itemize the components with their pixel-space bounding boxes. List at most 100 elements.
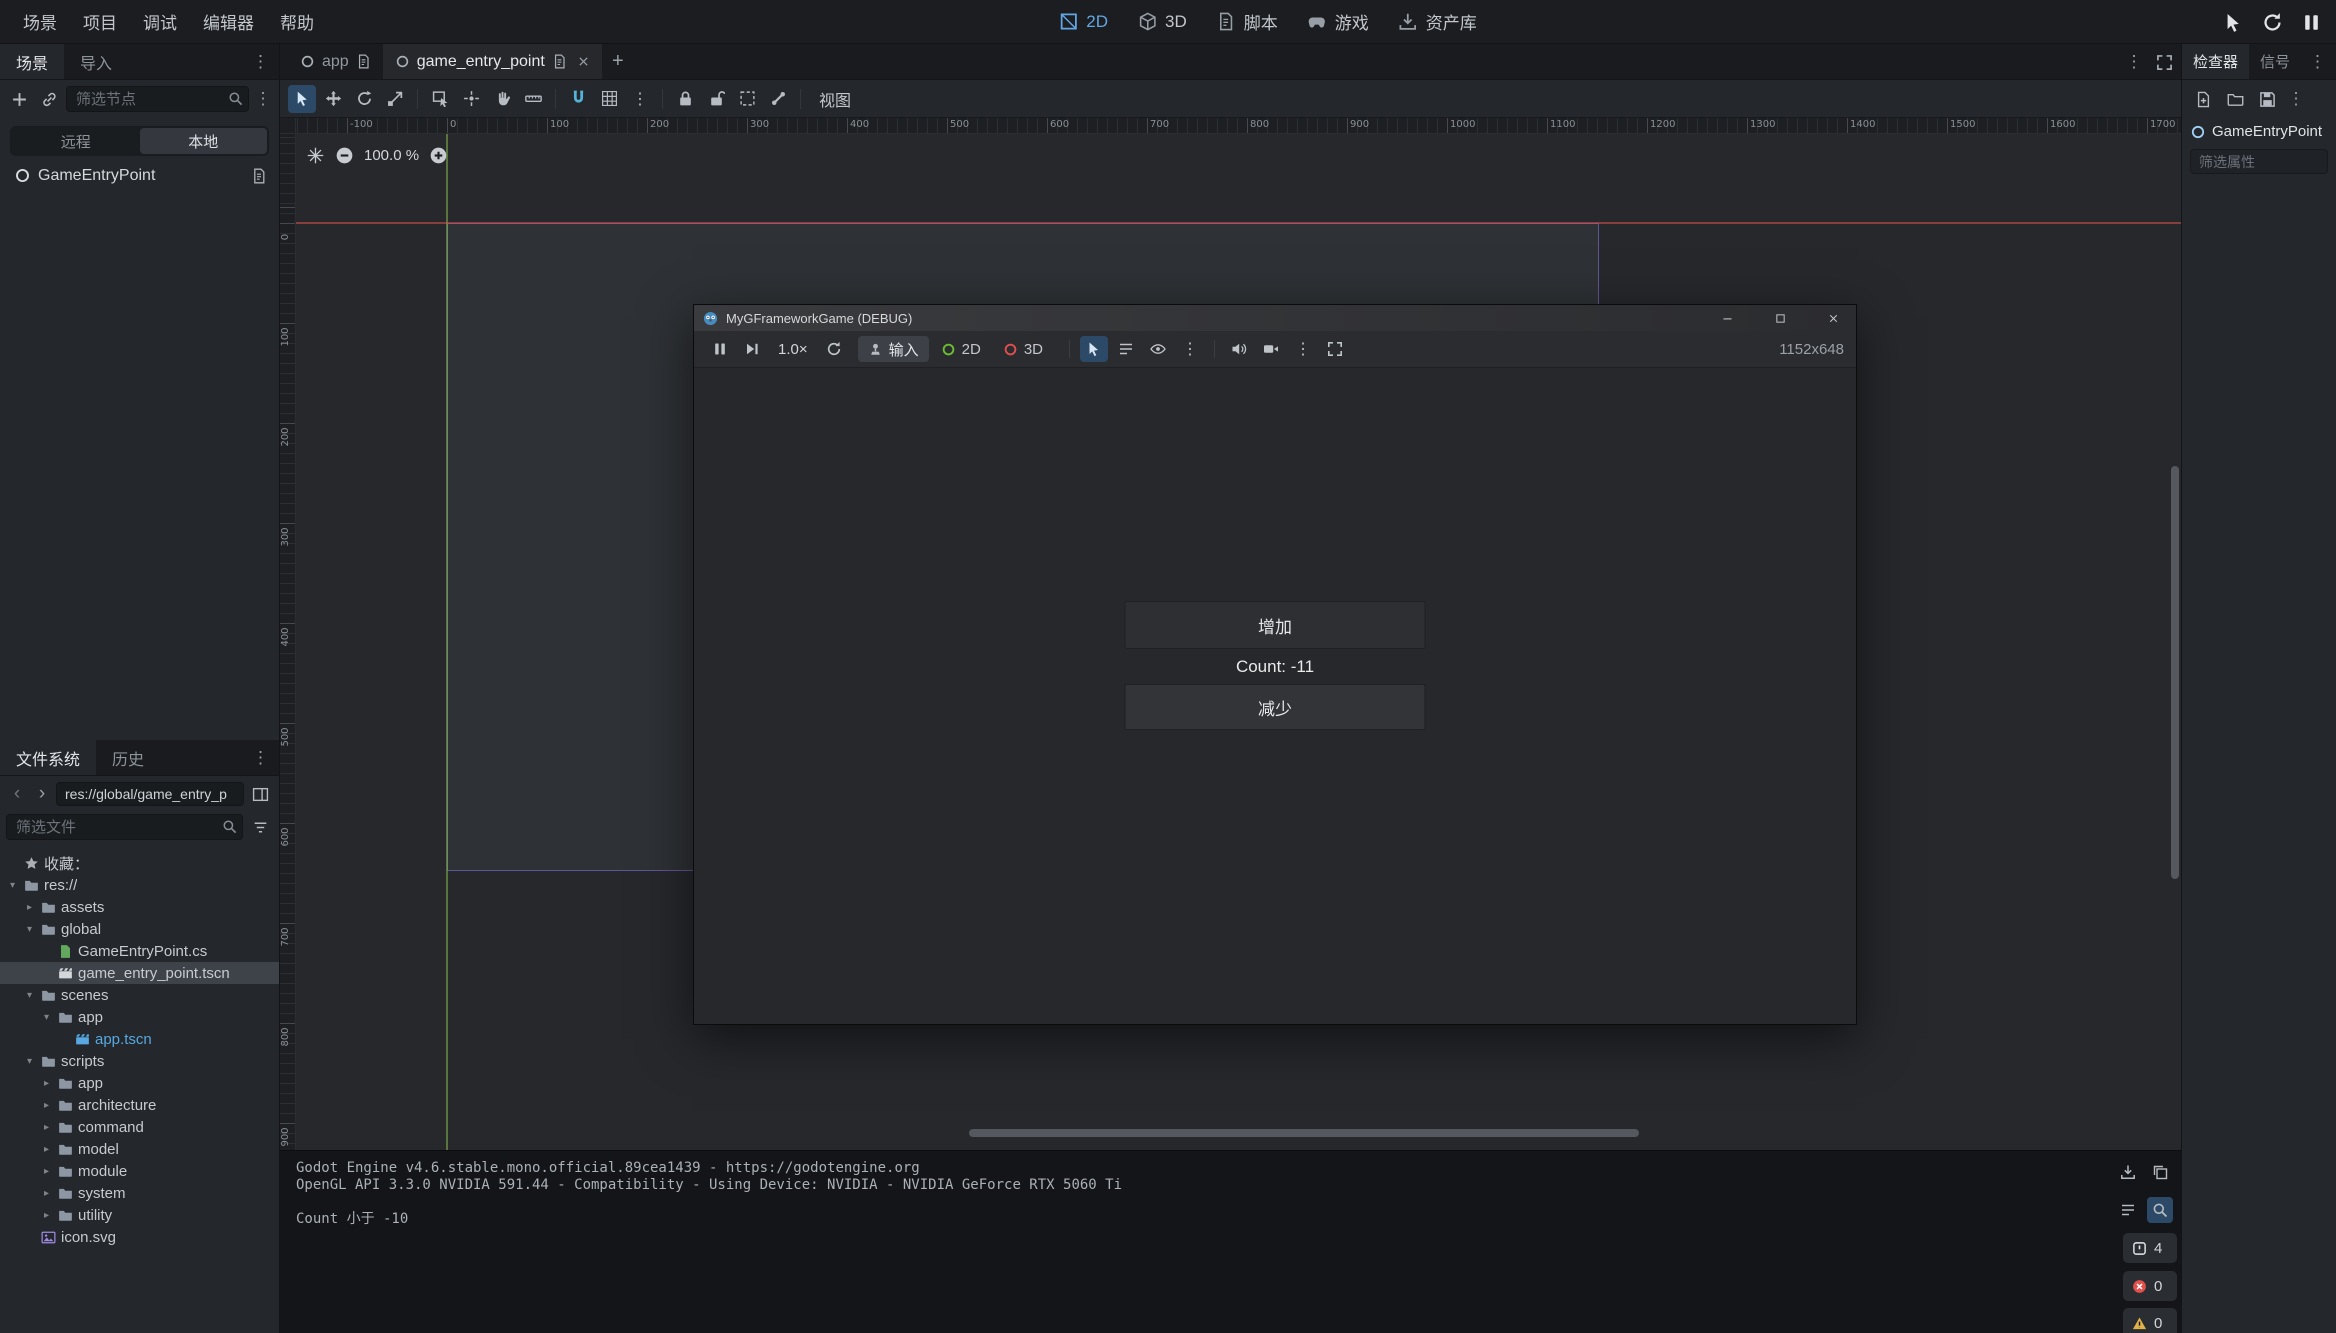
path-input[interactable]	[56, 782, 244, 806]
file-row[interactable]: ▾res://	[0, 874, 279, 896]
save-resource-button[interactable]	[2254, 86, 2280, 112]
embed-options-button[interactable]	[1321, 336, 1349, 362]
file-row[interactable]: ▸command	[0, 1116, 279, 1138]
tree-expand-arrow[interactable]: ▸	[23, 902, 36, 913]
next-frame-button[interactable]	[738, 336, 766, 362]
attached-script-icon[interactable]	[251, 168, 267, 184]
scrollbar-thumb[interactable]	[2171, 466, 2179, 879]
filter-nodes-input[interactable]	[66, 86, 249, 112]
reset-speed-button[interactable]	[820, 336, 848, 362]
toggle-split-mode-button[interactable]	[247, 781, 273, 807]
workspace-assetlib-button[interactable]: 资产库	[1387, 4, 1489, 39]
increase-button[interactable]: 增加	[1125, 601, 1426, 649]
tree-expand-arrow[interactable]: ▸	[40, 1078, 53, 1089]
zoom-level[interactable]: 100.0 %	[364, 147, 419, 164]
file-row[interactable]: ▾global	[0, 918, 279, 940]
tree-expand-arrow[interactable]: ▸	[40, 1100, 53, 1111]
file-row[interactable]: ▸app	[0, 1072, 279, 1094]
file-row[interactable]: ▸module	[0, 1160, 279, 1182]
scene-dock-menu-icon[interactable]: ⋮	[246, 44, 275, 79]
workspace-2d-button[interactable]: 2D	[1047, 7, 1120, 37]
search-log-button[interactable]	[2147, 1197, 2173, 1223]
file-row[interactable]: app.tscn	[0, 1028, 279, 1050]
gw-select-options-icon[interactable]: ⋮	[1176, 336, 1204, 362]
pan-tool-button[interactable]	[488, 85, 516, 113]
tree-expand-arrow[interactable]: ▸	[40, 1166, 53, 1177]
game-restart-button[interactable]	[2262, 12, 2283, 33]
scene-tabs-menu-icon[interactable]: ⋮	[2124, 44, 2144, 80]
skeleton-button[interactable]	[764, 85, 792, 113]
zoom-out-button[interactable]	[335, 146, 354, 165]
scene-tab-app[interactable]: app	[288, 44, 383, 79]
file-row[interactable]: game_entry_point.tscn	[0, 962, 279, 984]
tree-expand-arrow[interactable]: ▸	[40, 1122, 53, 1133]
vertical-scrollbar[interactable]	[2171, 466, 2179, 879]
remote-button[interactable]: 远程	[12, 128, 140, 154]
file-row[interactable]: ▸system	[0, 1182, 279, 1204]
snap-options-icon[interactable]: ⋮	[626, 85, 654, 113]
scale-tool-button[interactable]	[381, 85, 409, 113]
pick-2d-button[interactable]: 2D	[931, 336, 991, 362]
new-resource-button[interactable]	[2190, 86, 2216, 112]
camera-options-icon[interactable]: ⋮	[1289, 336, 1317, 362]
lock-node-button[interactable]	[671, 85, 699, 113]
pick-3d-button[interactable]: 3D	[993, 336, 1053, 362]
file-row[interactable]: icon.svg	[0, 1226, 279, 1248]
distraction-free-icon[interactable]	[2156, 54, 2173, 71]
pause-game-button[interactable]	[706, 336, 734, 362]
tree-expand-arrow[interactable]: ▾	[23, 990, 36, 1001]
menu-help[interactable]: 帮助	[267, 4, 327, 39]
tab-import[interactable]: 导入	[64, 44, 128, 79]
scene-tree-menu-icon[interactable]: ⋮	[253, 86, 273, 112]
select-tool-button[interactable]	[288, 85, 316, 113]
tree-expand-arrow[interactable]: ▸	[40, 1210, 53, 1221]
tab-history[interactable]: 历史	[96, 740, 160, 775]
tab-signals[interactable]: 信号	[2249, 44, 2301, 79]
save-log-button[interactable]	[2115, 1159, 2141, 1185]
tree-expand-arrow[interactable]: ▸	[40, 1188, 53, 1199]
mute-audio-button[interactable]	[1225, 336, 1253, 362]
close-tab-icon[interactable]	[577, 55, 590, 68]
tab-filesystem[interactable]: 文件系统	[0, 740, 96, 775]
game-window-titlebar[interactable]: MyGFrameworkGame (DEBUG)	[694, 305, 1856, 331]
game-pause-button[interactable]	[2301, 12, 2322, 33]
camera-override-button[interactable]	[1257, 336, 1285, 362]
nav-forward-button[interactable]: ›	[31, 782, 53, 806]
file-row[interactable]: ▸utility	[0, 1204, 279, 1226]
add-node-button[interactable]	[6, 86, 32, 112]
tab-scene[interactable]: 场景	[0, 44, 64, 79]
tree-expand-arrow[interactable]: ▾	[23, 1056, 36, 1067]
file-row[interactable]: ▾scenes	[0, 984, 279, 1006]
tree-expand-arrow[interactable]: ▸	[40, 1144, 53, 1155]
decrease-button[interactable]: 减少	[1125, 684, 1426, 730]
inspector-dock-menu-icon[interactable]: ⋮	[2303, 44, 2332, 79]
debugger-badge[interactable]: 4	[2123, 1233, 2177, 1263]
tree-expand-arrow[interactable]: ▾	[23, 924, 36, 935]
instantiate-scene-button[interactable]	[36, 86, 62, 112]
workspace-script-button[interactable]: 脚本	[1205, 4, 1290, 39]
file-row[interactable]: ▸model	[0, 1138, 279, 1160]
gw-visibility-button[interactable]	[1144, 336, 1172, 362]
file-row[interactable]: 收藏：	[0, 852, 279, 874]
pivot-tool-button[interactable]	[457, 85, 485, 113]
new-scene-tab-button[interactable]: +	[602, 44, 634, 79]
file-row[interactable]: GameEntryPoint.cs	[0, 940, 279, 962]
workspace-game-button[interactable]: 游戏	[1296, 4, 1381, 39]
tree-expand-arrow[interactable]: ▾	[6, 880, 19, 891]
local-button[interactable]: 本地	[140, 128, 268, 154]
tab-inspector[interactable]: 检查器	[2182, 44, 2249, 79]
zoom-in-button[interactable]	[429, 146, 448, 165]
nav-back-button[interactable]: ‹	[6, 782, 28, 806]
sort-files-button[interactable]	[247, 814, 273, 840]
view-menu-button[interactable]: 视图	[809, 85, 861, 113]
unlock-node-button[interactable]	[702, 85, 730, 113]
filter-properties-input[interactable]	[2190, 149, 2328, 174]
rotate-tool-button[interactable]	[350, 85, 378, 113]
menu-project[interactable]: 项目	[70, 4, 130, 39]
workspace-3d-button[interactable]: 3D	[1126, 7, 1199, 37]
smart-snap-button[interactable]	[564, 85, 592, 113]
warnings-badge[interactable]: 0	[2123, 1308, 2177, 1333]
scrollbar-thumb[interactable]	[969, 1129, 1639, 1137]
menu-editor[interactable]: 编辑器	[190, 4, 267, 39]
scene-tree-root[interactable]: GameEntryPoint	[0, 162, 279, 189]
